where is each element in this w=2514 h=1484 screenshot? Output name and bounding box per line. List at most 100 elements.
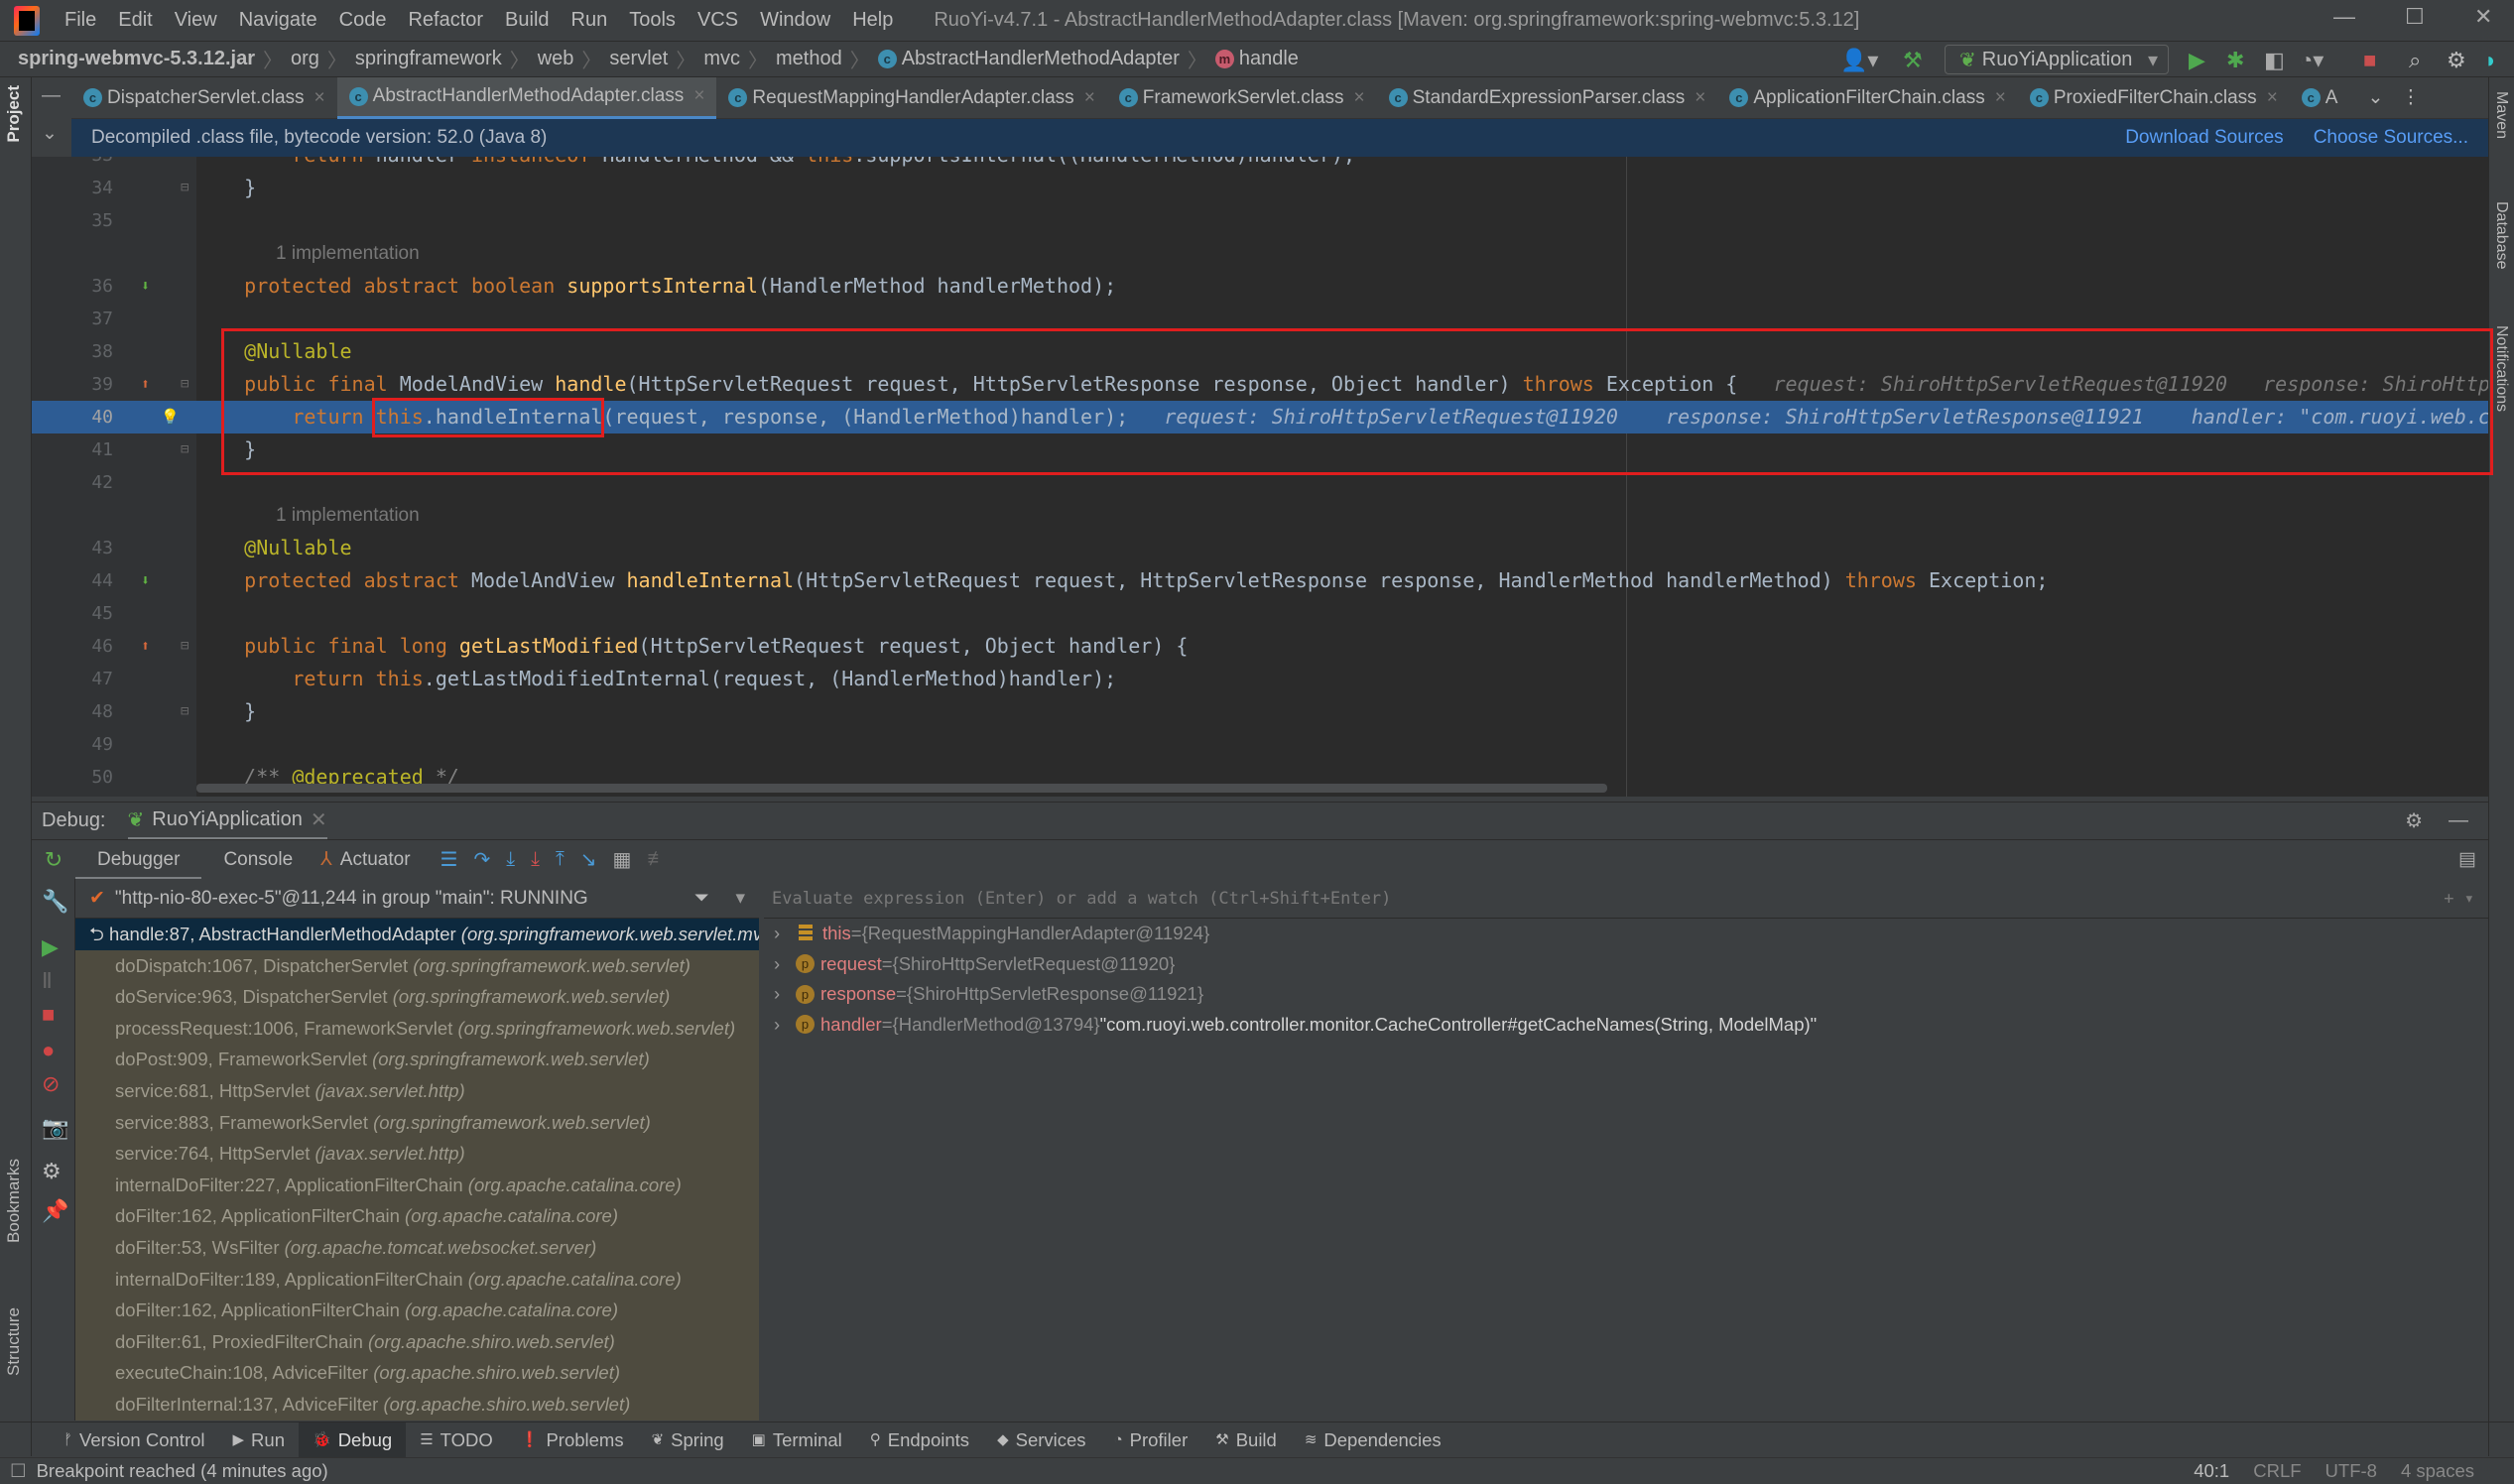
evaluate-expression-icon[interactable]: ▦ (613, 847, 632, 872)
fold-marker-icon[interactable]: ⊟ (181, 172, 189, 204)
maven-tool-button[interactable]: Maven (2492, 91, 2510, 139)
menu-build[interactable]: Build (494, 9, 560, 32)
expand-chevron-icon[interactable]: › (774, 949, 796, 980)
tab-requestmappinghandleradapter-class[interactable]: c RequestMappingHandlerAdapter.class × (716, 77, 1106, 119)
menu-window[interactable]: Window (749, 9, 841, 32)
close-tab-icon[interactable]: ✕ (311, 807, 327, 832)
breadcrumb-item[interactable]: 〉 springframework (319, 45, 502, 73)
tool-problems[interactable]: ❗ Problems (507, 1422, 638, 1458)
settings-icon[interactable]: ⚙ (42, 1159, 62, 1184)
tool-build[interactable]: ⚒ Build (1201, 1422, 1291, 1458)
menu-code[interactable]: Code (328, 9, 398, 32)
search-icon[interactable]: ⌕ (2409, 48, 2421, 73)
status-toggle-icon[interactable]: ☐ (10, 1460, 27, 1482)
close-tab-icon[interactable]: × (1695, 87, 1705, 109)
notifications-tool-button[interactable]: Notifications (2492, 325, 2510, 412)
maximize-button[interactable]: ☐ (2405, 4, 2425, 30)
menu-tools[interactable]: Tools (618, 9, 687, 32)
breadcrumb-item[interactable]: 〉 m handle (1180, 45, 1299, 73)
code-with-me-icon[interactable]: ◗ (2484, 48, 2497, 73)
tab-abstracthandlermethodadapter-class[interactable]: c AbstractHandlerMethodAdapter.class × (336, 76, 717, 119)
tool-terminal[interactable]: ▣ Terminal (738, 1422, 856, 1458)
expand-chevron-icon[interactable]: › (774, 1010, 796, 1041)
hide-panel-icon[interactable]: — (2449, 809, 2468, 832)
database-tool-button[interactable]: Database (2492, 201, 2510, 270)
force-step-into-icon[interactable]: ⤓ (531, 848, 540, 871)
close-tab-icon[interactable]: × (2267, 87, 2278, 109)
chevron-down-icon[interactable]: ⌄ (42, 122, 58, 145)
breadcrumb-item[interactable]: 〉 mvc (668, 45, 740, 73)
run-icon[interactable]: ▶ (2189, 48, 2205, 73)
stack-frame[interactable]: doFilterInternal:137, AdviceFilter (org.… (75, 1389, 759, 1421)
show-execution-point-icon[interactable]: ☰ (440, 847, 458, 872)
stack-frame[interactable]: doFilter:53, WsFilter (org.apache.tomcat… (75, 1232, 759, 1264)
code-editor[interactable]: 33 return handler instanceof HandlerMeth… (32, 157, 2488, 797)
variable-row[interactable]: › p response = {ShiroHttpServletResponse@1… (764, 979, 2488, 1010)
tool-dependencies[interactable]: ≋ Dependencies (1291, 1422, 1455, 1458)
stack-frame[interactable]: doFilter:61, ProxiedFilterChain (org.apa… (75, 1326, 759, 1358)
tab-dispatcherservlet-class[interactable]: c DispatcherServlet.class × (71, 77, 337, 119)
tool-endpoints[interactable]: ⚲ Endpoints (856, 1422, 983, 1458)
resume-icon[interactable]: ▶ (42, 934, 59, 960)
add-watch-icon[interactable]: + ▾ (2444, 889, 2474, 909)
tab-a[interactable]: cA (2290, 77, 2350, 119)
stack-frame[interactable]: doPost:909, FrameworkServlet (org.spring… (75, 1044, 759, 1075)
breadcrumb-item[interactable]: 〉 method (740, 45, 842, 73)
step-out-icon[interactable]: ⤒ (556, 848, 565, 871)
implemented-method-icon[interactable]: ⬇ (141, 270, 150, 303)
filter-icon[interactable]: ⏷ (694, 888, 709, 910)
stack-frame[interactable]: processRequest:1006, FrameworkServlet (o… (75, 1013, 759, 1045)
tab-standardexpressionparser-class[interactable]: c StandardExpressionParser.class × (1377, 77, 1718, 119)
file-encoding[interactable]: UTF-8 (2325, 1460, 2377, 1482)
stack-frame[interactable]: doFilter:162, ApplicationFilterChain (or… (75, 1295, 759, 1326)
overrides-method-icon[interactable]: ⬆ (141, 630, 150, 663)
expand-chevron-icon[interactable]: › (774, 919, 796, 949)
horizontal-scrollbar[interactable] (196, 784, 1607, 793)
choose-sources-link[interactable]: Choose Sources... (2314, 127, 2468, 149)
indent-setting[interactable]: 4 spaces (2401, 1460, 2474, 1482)
stack-frame[interactable]: service:883, FrameworkServlet (org.sprin… (75, 1107, 759, 1139)
tool-version-control[interactable]: ᚠ Version Control (50, 1422, 219, 1458)
tab-proxiedfilterchain-class[interactable]: c ProxiedFilterChain.class × (2018, 77, 2290, 119)
stack-frame[interactable]: ⮌ handle:87, AbstractHandlerMethodAdapte… (75, 919, 759, 950)
run-to-cursor-icon[interactable]: ↘ (580, 847, 597, 872)
stack-frame[interactable]: doFilter:162, ApplicationFilterChain (or… (75, 1200, 759, 1232)
pause-icon[interactable]: Ⅱ (42, 968, 53, 994)
line-separator[interactable]: CRLF (2253, 1460, 2301, 1482)
mute-breakpoints-icon[interactable]: ⊘ (42, 1071, 60, 1097)
tab-actuator[interactable]: Actuator (332, 840, 433, 880)
layout-icon[interactable]: ▤ (2458, 848, 2476, 871)
stack-frame[interactable]: executeChain:108, AdviceFilter (org.apac… (75, 1357, 759, 1389)
step-over-icon[interactable]: ↷ (473, 847, 490, 872)
pin-icon[interactable]: 📌 (42, 1198, 68, 1224)
camera-icon[interactable]: 📷 (42, 1115, 68, 1141)
fold-marker-icon[interactable]: ⊟ (181, 630, 189, 663)
menu-edit[interactable]: Edit (107, 9, 163, 32)
download-sources-link[interactable]: Download Sources (2125, 127, 2283, 149)
bookmarks-tool-button[interactable]: Bookmarks (4, 1159, 24, 1243)
structure-tool-button[interactable]: Structure (4, 1307, 24, 1376)
run-configuration-select[interactable]: ❦ RuoYiApplication ▾ (1945, 45, 2169, 74)
breadcrumb-item[interactable]: 〉 org (255, 45, 319, 73)
variable-row[interactable]: › p handler = {HandlerMethod@13794} "com.r… (764, 1010, 2488, 1041)
stack-frame[interactable]: doService:963, DispatcherServlet (org.sp… (75, 981, 759, 1013)
stack-frame[interactable]: internalDoFilter:189, ApplicationFilterC… (75, 1264, 759, 1296)
stop-icon[interactable]: ■ (2363, 48, 2376, 73)
menu-vcs[interactable]: VCS (687, 9, 749, 32)
build-hammer-icon[interactable]: ⚒ (1903, 48, 1923, 73)
breadcrumb-item[interactable]: 〉 servlet (573, 45, 668, 73)
close-window-button[interactable]: ✕ (2474, 4, 2492, 30)
gear-icon[interactable]: ⚙ (2447, 48, 2466, 73)
tool-run[interactable]: ▶ Run (219, 1422, 300, 1458)
variable-row[interactable]: › this = {RequestMappingHandlerAdapter@11… (764, 919, 2488, 949)
tool-spring[interactable]: ❦ Spring (638, 1422, 738, 1458)
close-tab-icon[interactable]: × (1354, 87, 1365, 109)
implemented-method-icon[interactable]: ⬇ (141, 564, 150, 597)
close-tab-icon[interactable]: × (1084, 87, 1095, 109)
expand-chevron-icon[interactable]: › (774, 979, 796, 1010)
menu-file[interactable]: File (54, 9, 107, 32)
tool-services[interactable]: ◆ Services (983, 1422, 1100, 1458)
chevron-down-icon[interactable]: ▾ (735, 887, 745, 910)
breadcrumb-item[interactable]: 〉 web (502, 45, 574, 73)
menu-view[interactable]: View (164, 9, 228, 32)
